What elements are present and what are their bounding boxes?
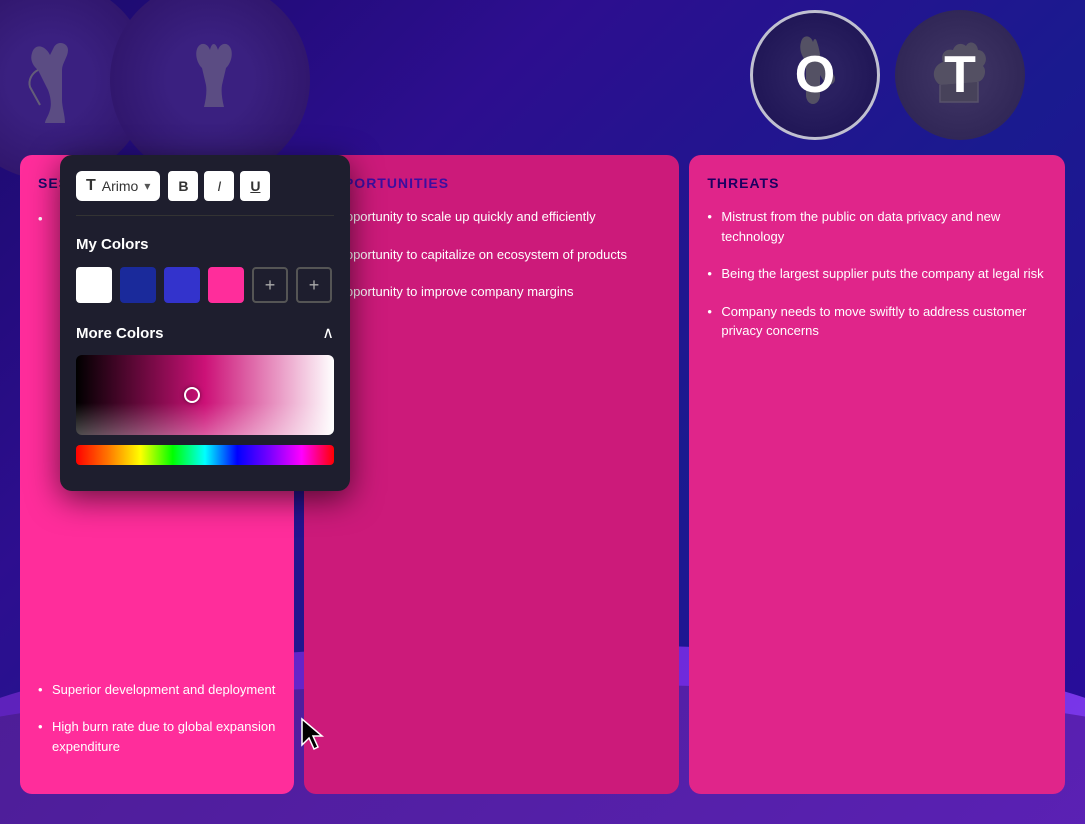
my-colors-row: + + [76,267,334,303]
color-swatch-pink[interactable] [208,267,244,303]
list-item: High burn rate due to global expansion e… [38,717,276,756]
italic-button[interactable]: I [204,171,234,201]
list-item: Mistrust from the public on data privacy… [707,207,1047,246]
color-swatch-navy[interactable] [120,267,156,303]
font-selector[interactable]: T Arimo ▾ [76,171,160,201]
color-swatch-blue[interactable] [164,267,200,303]
add-color-btn-2[interactable]: + [296,267,332,303]
list-item: Company needs to move swiftly to address… [707,302,1047,341]
underline-button[interactable]: U [240,171,270,201]
threats-header: THREATS [707,175,1047,191]
more-colors-label: More Colors [76,325,164,342]
bold-button[interactable]: B [168,171,198,201]
list-item: Superior development and deployment [38,680,276,700]
threats-circle: T [895,10,1025,140]
top-circles-area: O T [750,10,1025,140]
mouse-cursor [300,717,330,752]
more-colors-header: More Colors ∧ [76,323,334,343]
opportunities-header: OPPORTUNITIES [322,175,662,191]
gradient-picker[interactable] [76,355,334,435]
threats-list: Mistrust from the public on data privacy… [707,207,1047,341]
threats-letter: T [944,45,976,105]
hue-slider[interactable] [76,445,334,465]
font-t-icon: T [86,177,96,195]
format-buttons: B I U [168,171,270,201]
opportunities-letter: O [795,45,835,105]
cursor-svg [300,717,330,752]
gradient-overlay [76,355,334,435]
list-item: Opportunity to capitalize on ecosystem o… [322,245,662,265]
font-chevron-icon: ▾ [144,179,150,193]
font-name-label: Arimo [102,178,139,194]
color-swatch-white[interactable] [76,267,112,303]
list-item: Opportunity to improve company margins [322,282,662,302]
left-circles-area [0,0,310,180]
opportunities-circle: O [750,10,880,140]
opportunities-list: Opportunity to scale up quickly and effi… [322,207,662,302]
threats-column: THREATS Mistrust from the public on data… [689,155,1065,794]
color-picker-popup: T Arimo ▾ B I U My Colors + + More Color… [60,155,350,491]
add-color-btn-1[interactable]: + [252,267,288,303]
list-item: Opportunity to scale up quickly and effi… [322,207,662,227]
left-circle-2 [110,0,310,180]
hand-icon-left-1 [5,35,95,125]
color-picker-cursor[interactable] [184,387,200,403]
main-container: O T SES Superior development and d [0,0,1085,814]
weaknesses-extra-list: Superior development and deployment High… [38,680,276,757]
opportunities-column: OPPORTUNITIES Opportunity to scale up qu… [304,155,680,794]
hand-icon-left-2 [165,35,255,125]
more-colors-toggle[interactable]: ∧ [322,323,334,343]
list-item: Being the largest supplier puts the comp… [707,264,1047,284]
toolbar-row: T Arimo ▾ B I U [76,171,334,216]
my-colors-label: My Colors [76,236,334,253]
